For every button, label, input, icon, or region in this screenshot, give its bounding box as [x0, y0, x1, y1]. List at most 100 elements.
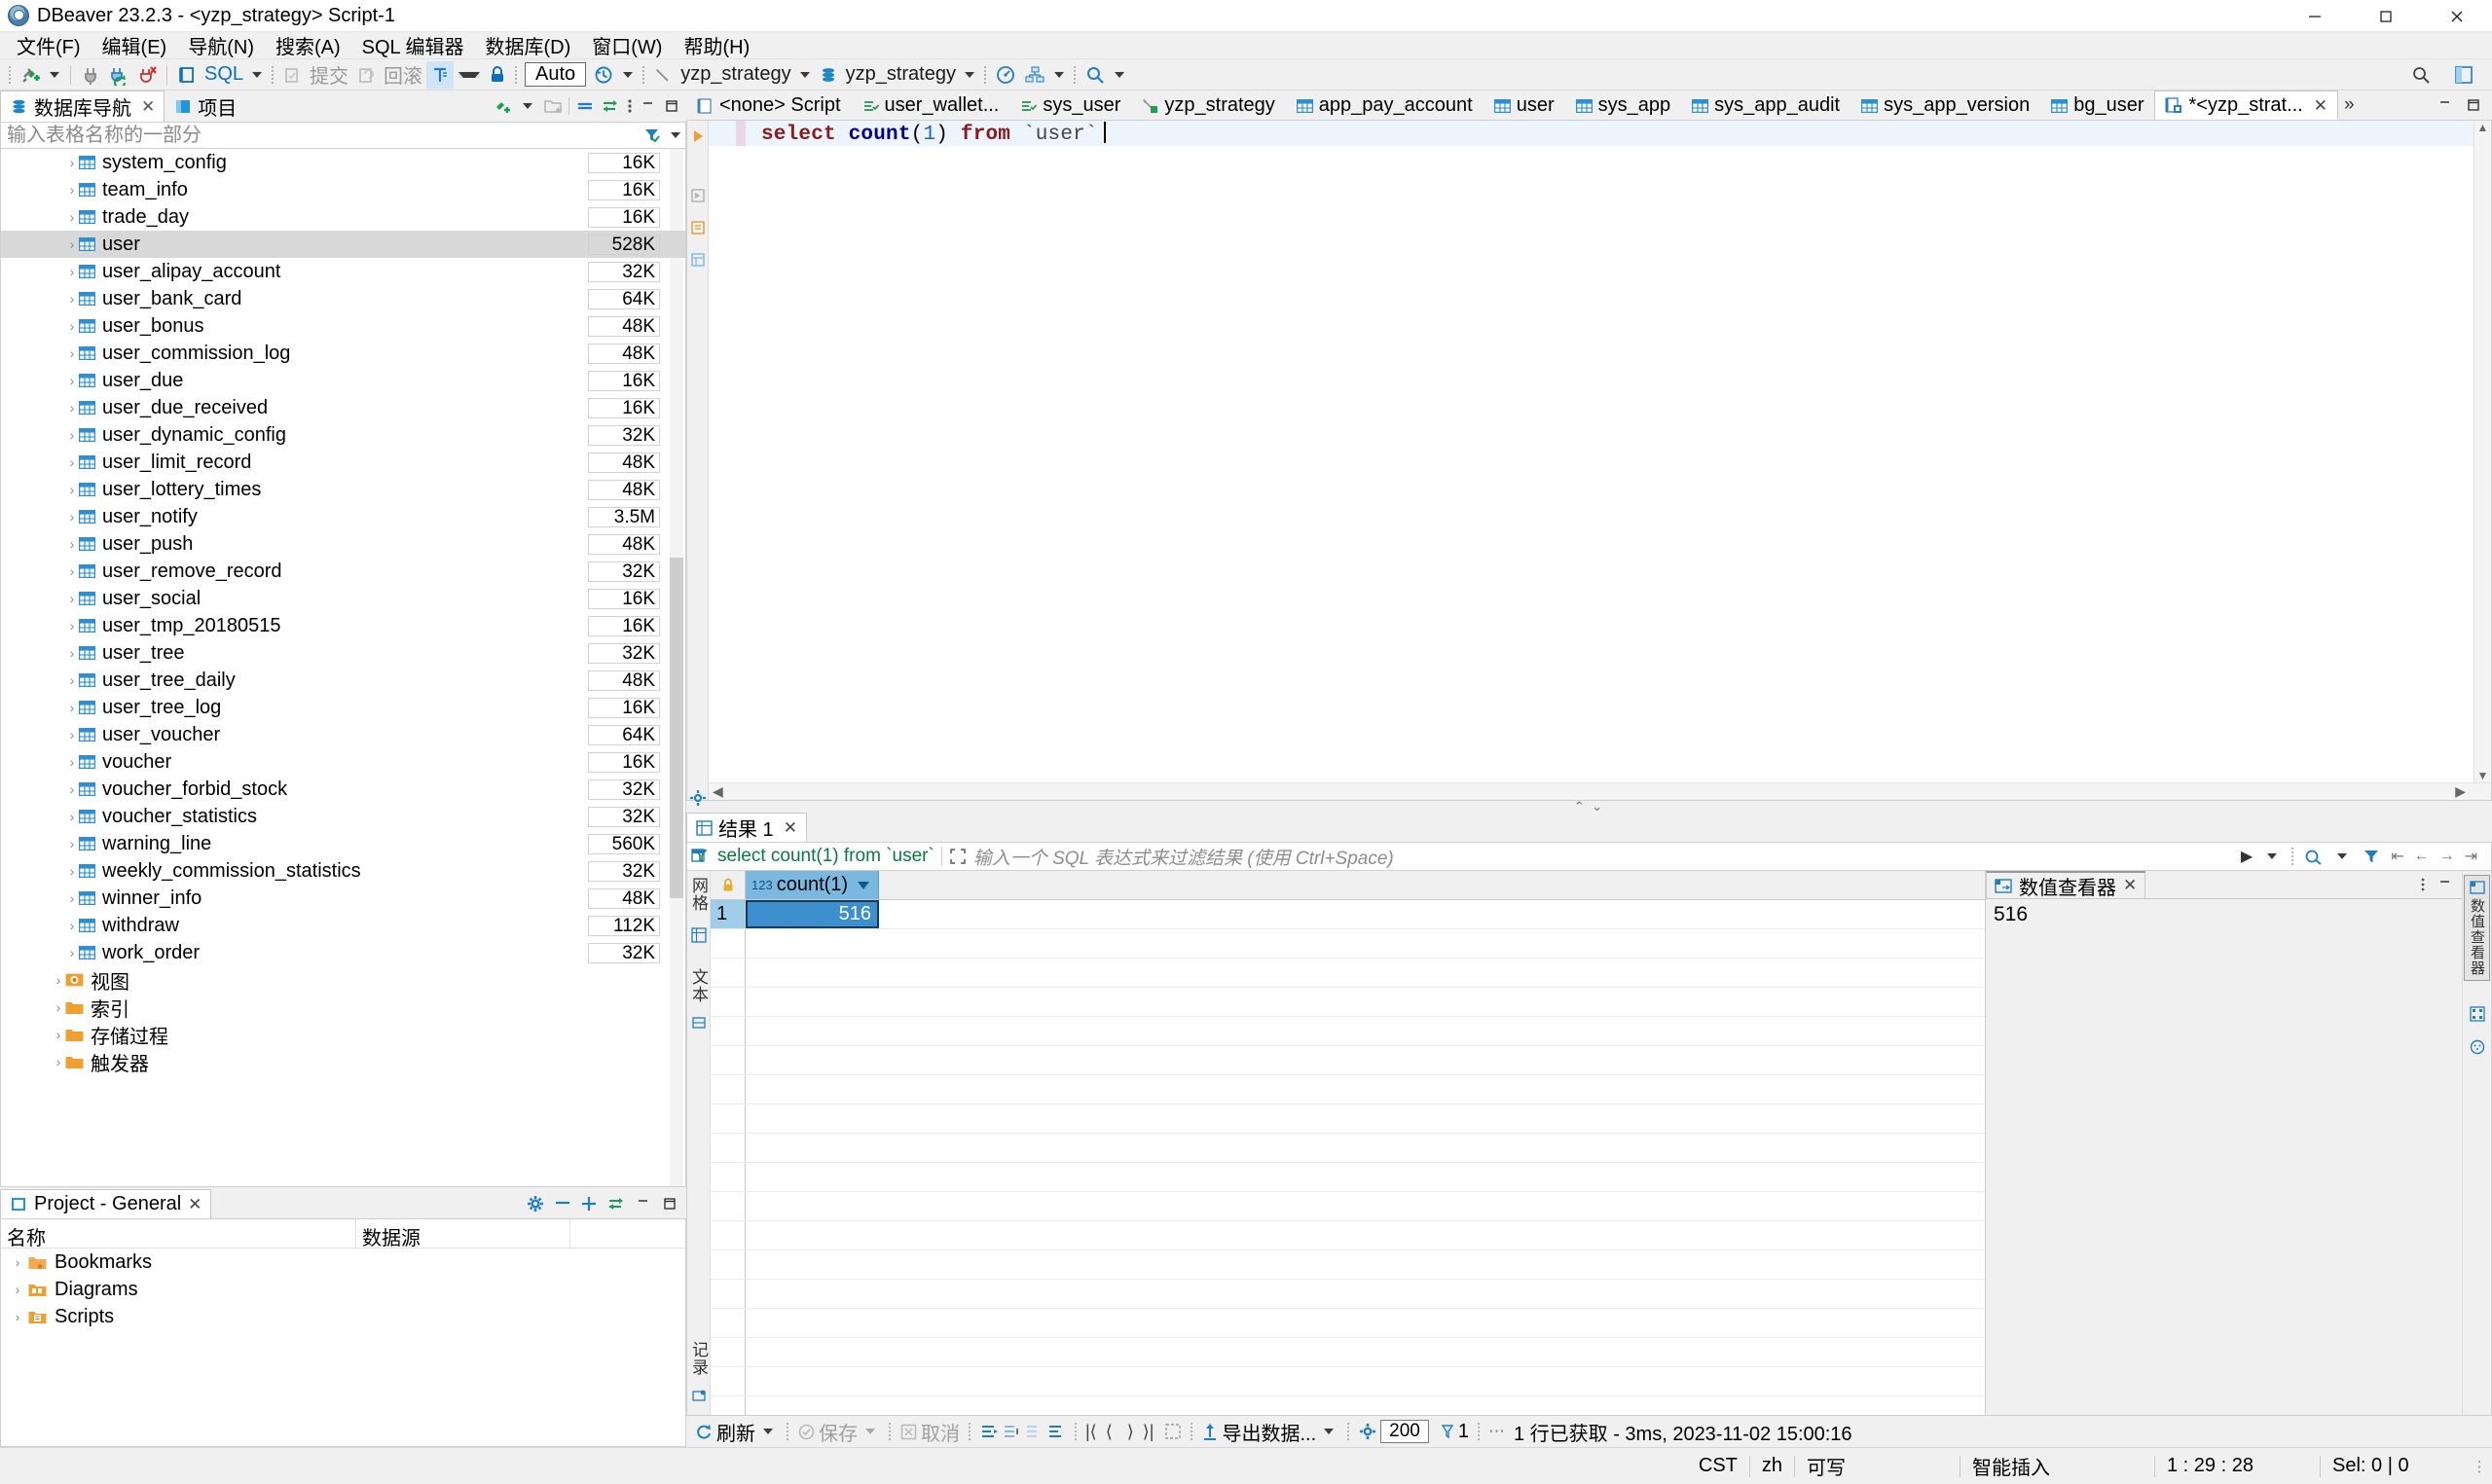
tree-item-team_info[interactable]: › team_info 16K	[1, 176, 685, 203]
history-dropdown-icon[interactable]	[623, 71, 634, 78]
expand-arrow-icon[interactable]: ›	[65, 482, 79, 497]
execute-icon[interactable]	[690, 125, 706, 148]
expand-arrow-icon[interactable]: ›	[65, 591, 79, 606]
expand-arrow-icon[interactable]: ›	[65, 781, 79, 797]
expand-arrow-icon[interactable]: ›	[52, 1054, 65, 1069]
database-tree[interactable]: › system_config 16K › team_info 16K › trade_day…	[0, 149, 686, 1187]
view-menu-icon[interactable]	[626, 94, 634, 118]
filter-icon[interactable]	[639, 124, 666, 147]
tree-item-user[interactable]: › user 528K	[1, 231, 685, 258]
link-with-editor-icon[interactable]	[601, 94, 620, 118]
close-icon[interactable]: ✕	[784, 818, 797, 838]
page-number[interactable]: 1	[1458, 1421, 1469, 1443]
value-viewer-content[interactable]: 516	[1986, 898, 2462, 1415]
minimize-icon[interactable]	[2437, 873, 2454, 896]
copy-row-icon[interactable]	[1024, 1421, 1044, 1443]
refresh-dropdown-icon[interactable]	[763, 1429, 773, 1434]
editor-tab-bg_user[interactable]: bg_user	[2040, 90, 2154, 120]
tree-item-user_push[interactable]: › user_push 48K	[1, 530, 685, 558]
expand-arrow-icon[interactable]: ›	[52, 972, 65, 988]
expand-arrow-icon[interactable]: ›	[65, 509, 79, 525]
scroll-left-icon[interactable]: ◀	[709, 783, 727, 800]
expand-arrow-icon[interactable]: ›	[65, 890, 79, 906]
menu-sql-editor[interactable]: SQL 编辑器	[351, 29, 475, 61]
view-menu-icon[interactable]	[2419, 873, 2427, 896]
column-sort-icon[interactable]	[856, 874, 878, 896]
close-icon[interactable]: ✕	[2314, 96, 2327, 116]
expand-arrow-icon[interactable]: ›	[65, 563, 79, 579]
column-header-datasource[interactable]: 数据源	[356, 1219, 570, 1249]
tree-item-user_commission_log[interactable]: › user_commission_log 48K	[1, 340, 685, 367]
expand-arrow-icon[interactable]: ›	[65, 427, 79, 443]
export-dropdown-icon[interactable]	[1324, 1429, 1335, 1434]
grid-cell-count[interactable]: 516	[746, 900, 879, 928]
expand-arrow-icon[interactable]: ›	[65, 209, 79, 225]
tree-item-user_lottery_times[interactable]: › user_lottery_times 48K	[1, 476, 685, 503]
database-name[interactable]: yzp_strategy	[842, 63, 960, 86]
gear-icon[interactable]	[526, 1192, 545, 1215]
new-connection-icon[interactable]	[493, 94, 512, 118]
editor-panel-icon-1[interactable]	[690, 844, 706, 867]
connection-picker-icon[interactable]	[649, 61, 677, 89]
editor-tab-sys_user[interactable]: sys_user	[1009, 90, 1131, 120]
expand-arrow-icon[interactable]: ›	[65, 400, 79, 416]
tree-item-触发器[interactable]: › 触发器	[1, 1048, 685, 1075]
editor-tab-user_wallet[interactable]: user_wallet...	[852, 90, 1010, 120]
record-view-icon[interactable]	[691, 1384, 707, 1407]
expand-arrow-icon[interactable]: ›	[65, 836, 79, 851]
expand-filter-icon[interactable]	[949, 845, 967, 868]
last-row-icon[interactable]: ⟩|	[1143, 1422, 1154, 1442]
tree-item-user_tmp_20180515[interactable]: › user_tmp_20180515 16K	[1, 612, 685, 639]
expand-arrow-icon[interactable]: ›	[65, 945, 79, 960]
editor-tab-sys_app_version[interactable]: sys_app_version	[1851, 90, 2040, 120]
history-icon[interactable]	[589, 61, 618, 89]
results-grid[interactable]: 123 count(1) 1 516	[711, 871, 1985, 1415]
add-row-icon[interactable]	[1002, 1421, 1021, 1443]
presentation-text-label[interactable]: 文本	[686, 968, 711, 1003]
minimize-icon[interactable]	[640, 94, 657, 118]
expand-arrow-icon[interactable]: ›	[65, 373, 79, 388]
expand-arrow-icon[interactable]: ›	[11, 1254, 24, 1270]
tree-item-system_config[interactable]: › system_config 16K	[1, 149, 685, 176]
transaction-mode-dropdown-icon[interactable]	[458, 71, 481, 78]
tab-value-viewer[interactable]: 数值查看器 ✕	[1986, 871, 2146, 899]
maximize-button[interactable]	[2350, 0, 2421, 32]
expand-arrow-icon[interactable]: ›	[11, 1309, 24, 1324]
editor-settings-icon[interactable]	[689, 786, 707, 810]
execute-to-file-icon[interactable]	[690, 216, 706, 239]
tree-item-trade_day[interactable]: › trade_day 16K	[1, 203, 685, 231]
tree-item-withdraw[interactable]: › withdraw 112K	[1, 912, 685, 939]
filter-toggle-icon[interactable]	[2362, 845, 2381, 868]
disconnect-all-icon[interactable]	[133, 61, 161, 89]
menu-navigate[interactable]: 导航(N)	[177, 29, 265, 61]
chevron-down-icon[interactable]	[523, 103, 532, 109]
tree-item-work_order[interactable]: › work_order 32K	[1, 939, 685, 966]
tree-item-warning_line[interactable]: › warning_line 560K	[1, 830, 685, 857]
tree-item-user_alipay_account[interactable]: › user_alipay_account 32K	[1, 258, 685, 285]
commit-button-label[interactable]: 提交	[306, 60, 352, 89]
expand-arrow-icon[interactable]: ›	[65, 754, 79, 770]
search-dropdown-icon[interactable]	[1114, 71, 1124, 78]
expand-arrow-icon[interactable]: ›	[65, 727, 79, 742]
editor-tab-yzp_strategy[interactable]: yzp_strategy	[1131, 90, 1285, 120]
minimize-icon[interactable]	[635, 1192, 652, 1215]
expand-arrow-icon[interactable]: ›	[65, 345, 79, 361]
sql-editor-icon[interactable]	[173, 61, 201, 89]
editor-tab-sys_app[interactable]: sys_app	[1565, 90, 1682, 120]
filter-dropdown-icon[interactable]	[671, 132, 680, 138]
row-number[interactable]: 1	[711, 900, 746, 928]
fetch-settings-icon[interactable]	[1358, 1421, 1377, 1443]
link-with-editor-icon[interactable]	[606, 1192, 626, 1215]
tab-project-general[interactable]: Project - General ✕	[0, 1189, 212, 1218]
dashboard-icon[interactable]	[991, 61, 1020, 89]
expand-all-icon[interactable]	[580, 1192, 598, 1215]
grid-data-row[interactable]: 1 516	[711, 900, 1985, 929]
expand-arrow-icon[interactable]: ›	[52, 999, 65, 1015]
editor-more-icon[interactable]: ⋮	[691, 818, 705, 835]
menu-help[interactable]: 帮助(H)	[673, 29, 760, 61]
sql-dropdown-icon[interactable]	[252, 71, 263, 78]
tree-item-user_notify[interactable]: › user_notify 3.5M	[1, 503, 685, 530]
row-count-icon[interactable]	[1432, 1421, 1455, 1443]
table-filter-row[interactable]	[0, 122, 686, 149]
tree-item-user_tree_daily[interactable]: › user_tree_daily 48K	[1, 667, 685, 694]
